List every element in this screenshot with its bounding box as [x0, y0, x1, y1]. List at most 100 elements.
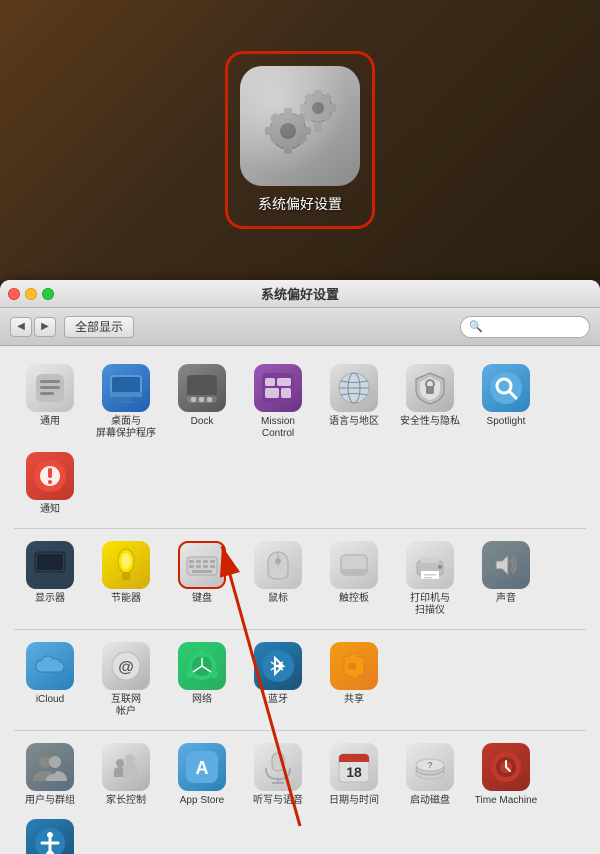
bluetooth-pref[interactable]: 蓝牙 [242, 638, 314, 722]
icloud-label: iCloud [36, 694, 64, 706]
personal-section: 通用 桌面与屏幕保护程序 [14, 360, 586, 520]
spotlight-icon [482, 364, 530, 412]
language-label: 语言与地区 [329, 416, 379, 428]
nav-buttons: ◀ ▶ [10, 317, 56, 337]
timemachine-label: Time Machine [475, 795, 537, 807]
bluetooth-label: 蓝牙 [268, 694, 288, 706]
startup-pref[interactable]: ? 启动磁盘 [394, 739, 466, 811]
divider-1 [14, 528, 586, 529]
parental-icon [102, 743, 150, 791]
appstore-label: App Store [180, 795, 224, 807]
traffic-lights [8, 288, 54, 300]
svg-text:@: @ [118, 659, 134, 676]
dictation-label: 听写与语音 [253, 795, 303, 807]
general-pref[interactable]: 通用 [14, 360, 86, 444]
startup-label: 启动磁盘 [410, 795, 450, 807]
general-label: 通用 [40, 416, 60, 428]
svg-text:?: ? [428, 761, 433, 770]
accessibility-icon [26, 819, 74, 854]
forward-button[interactable]: ▶ [34, 317, 56, 337]
datetime-pref[interactable]: 18 日期与时间 [318, 739, 390, 811]
printer-label: 打印机与扫描仪 [410, 593, 450, 617]
internet-accounts-pref[interactable]: @ 互联网帐户 [90, 638, 162, 722]
close-button[interactable] [8, 288, 20, 300]
datetime-icon: 18 [330, 743, 378, 791]
parental-pref[interactable]: 家长控制 [90, 739, 162, 811]
search-icon: 🔍 [469, 320, 483, 333]
minimize-button[interactable] [25, 288, 37, 300]
mouse-icon [254, 541, 302, 589]
keyboard-pref[interactable]: 键盘 [166, 537, 238, 621]
app-icon-label: 系统偏好设置 [258, 194, 342, 214]
hardware-section: 显示器 节能器 [14, 537, 586, 621]
sound-icon [482, 541, 530, 589]
svg-text:A: A [196, 758, 209, 778]
sharing-icon [330, 642, 378, 690]
sharing-pref[interactable]: 共享 [318, 638, 390, 722]
maximize-button[interactable] [42, 288, 54, 300]
window-title: 系统偏好设置 [261, 284, 339, 303]
divider-3 [14, 730, 586, 731]
trackpad-pref[interactable]: 触控板 [318, 537, 390, 621]
display-icon [26, 541, 74, 589]
display-label: 显示器 [35, 593, 65, 605]
accessibility-pref[interactable]: 辅助功能 [14, 815, 86, 854]
svg-text:18: 18 [346, 764, 362, 780]
title-bar: 系统偏好设置 [0, 280, 600, 308]
network-icon [178, 642, 226, 690]
network-pref[interactable]: 网络 [166, 638, 238, 722]
security-label: 安全性与隐私 [400, 416, 460, 428]
general-icon [26, 364, 74, 412]
icloud-pref[interactable]: iCloud [14, 638, 86, 722]
mouse-label: 鼠标 [268, 593, 288, 605]
icloud-icon [26, 642, 74, 690]
notification-pref[interactable]: 通知 [14, 448, 86, 520]
desktop-pref[interactable]: 桌面与屏幕保护程序 [90, 360, 162, 444]
search-box: 🔍 [460, 316, 590, 338]
toolbar: ◀ ▶ 全部显示 🔍 [0, 308, 600, 346]
divider-2 [14, 629, 586, 630]
mission-label: MissionControl [261, 416, 295, 440]
dictation-icon [254, 743, 302, 791]
energy-icon [102, 541, 150, 589]
desktop-icon [102, 364, 150, 412]
security-pref[interactable]: 安全性与隐私 [394, 360, 466, 444]
dock-icon [178, 364, 226, 412]
app-icon-container: 系统偏好设置 [225, 51, 375, 229]
mouse-pref[interactable]: 鼠标 [242, 537, 314, 621]
users-pref[interactable]: 用户与群组 [14, 739, 86, 811]
display-pref[interactable]: 显示器 [14, 537, 86, 621]
dictation-pref[interactable]: 听写与语音 [242, 739, 314, 811]
notification-icon [26, 452, 74, 500]
appstore-pref[interactable]: A App Store [166, 739, 238, 811]
energy-pref[interactable]: 节能器 [90, 537, 162, 621]
search-input[interactable] [487, 321, 581, 333]
printer-pref[interactable]: 打印机与扫描仪 [394, 537, 466, 621]
users-label: 用户与群组 [25, 795, 75, 807]
language-pref[interactable]: 语言与地区 [318, 360, 390, 444]
dock-pref[interactable]: Dock [166, 360, 238, 444]
internet-icon: @ [102, 642, 150, 690]
network-label: 网络 [192, 694, 212, 706]
sound-pref[interactable]: 声音 [470, 537, 542, 621]
desktop-background: 系统偏好设置 [0, 0, 600, 280]
sound-label: 声音 [496, 593, 516, 605]
parental-label: 家长控制 [106, 795, 146, 807]
system-preferences-icon-large[interactable] [240, 66, 360, 186]
internet-section: iCloud @ 互联网帐户 [14, 638, 586, 722]
timemachine-pref[interactable]: Time Machine [470, 739, 542, 811]
timemachine-icon [482, 743, 530, 791]
spotlight-label: Spotlight [487, 416, 526, 428]
main-content: 通用 桌面与屏幕保护程序 [0, 346, 600, 854]
system-section: 用户与群组 家长控制 A [14, 739, 586, 854]
startup-icon: ? [406, 743, 454, 791]
spotlight-pref[interactable]: Spotlight [470, 360, 542, 444]
trackpad-icon [330, 541, 378, 589]
show-all-button[interactable]: 全部显示 [64, 316, 134, 338]
back-button[interactable]: ◀ [10, 317, 32, 337]
dock-label: Dock [191, 416, 214, 428]
language-icon [330, 364, 378, 412]
users-icon [26, 743, 74, 791]
appstore-icon: A [178, 743, 226, 791]
mission-control-pref[interactable]: MissionControl [242, 360, 314, 444]
